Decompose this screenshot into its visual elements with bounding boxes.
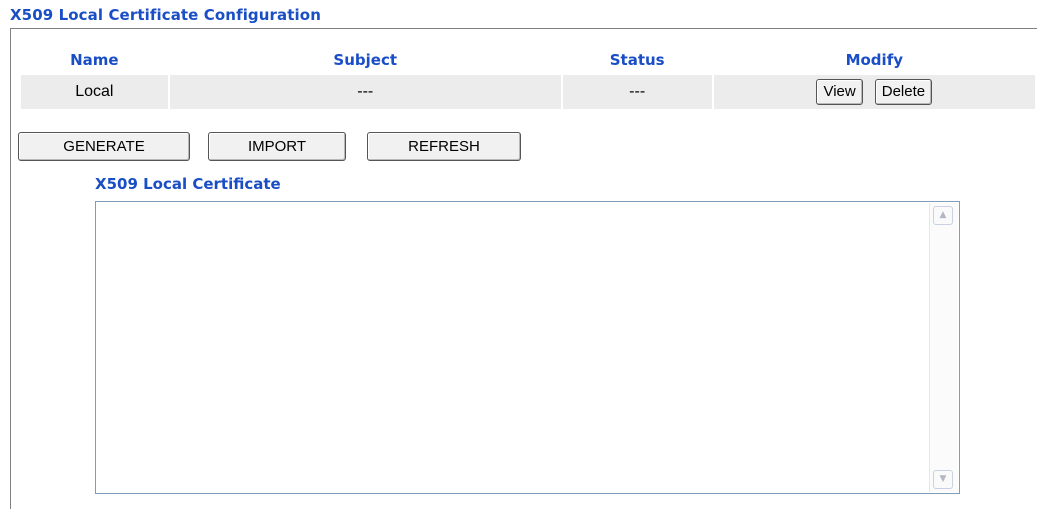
delete-button[interactable]: Delete (874, 79, 933, 105)
view-button[interactable]: View (816, 79, 863, 105)
table-row: Local --- --- View Delete (21, 75, 1035, 109)
import-button[interactable]: IMPORT (208, 132, 346, 161)
vertical-scrollbar[interactable]: ▲ ▼ (929, 203, 958, 492)
table-header-row: Name Subject Status Modify (21, 45, 1035, 75)
chevron-up-icon[interactable]: ▲ (933, 206, 953, 225)
column-header-subject: Subject (333, 51, 398, 69)
certificate-textarea[interactable]: ▲ ▼ (95, 201, 960, 494)
generate-button[interactable]: GENERATE (18, 132, 190, 161)
cell-status: --- (562, 75, 712, 109)
column-header-status: Status (609, 51, 665, 69)
cell-name: Local (21, 75, 168, 109)
refresh-button[interactable]: REFRESH (367, 132, 521, 161)
cell-subject: --- (169, 75, 561, 109)
page-title: X509 Local Certificate Configuration (10, 6, 321, 24)
column-header-modify: Modify (845, 51, 903, 69)
column-header-name: Name (70, 51, 119, 69)
chevron-down-icon[interactable]: ▼ (933, 470, 953, 489)
certificate-table: Name Subject Status Modify Local --- ---… (19, 45, 1037, 109)
cell-modify: View Delete (713, 75, 1035, 109)
section-subtitle: X509 Local Certificate (95, 175, 281, 193)
